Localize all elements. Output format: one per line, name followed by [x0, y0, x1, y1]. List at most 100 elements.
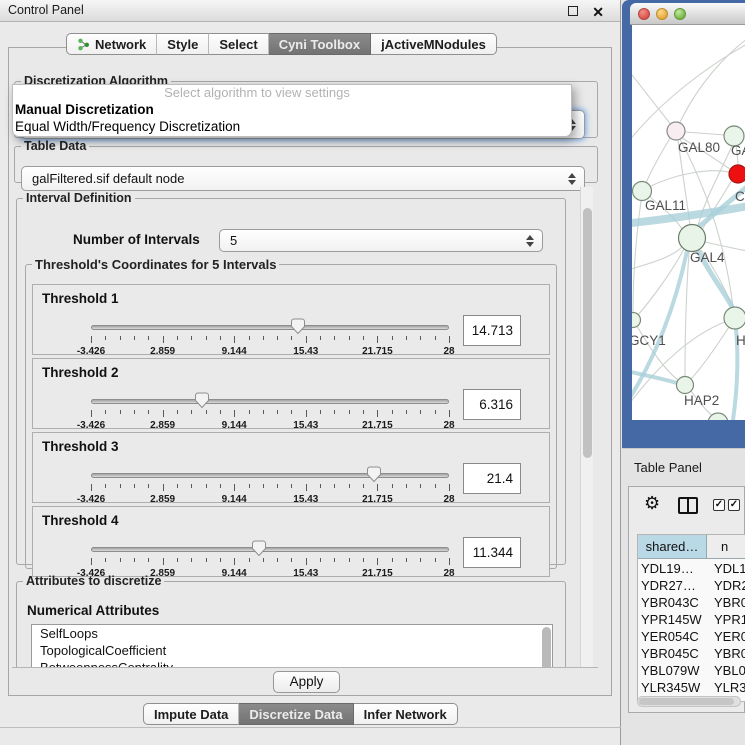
float-panel-icon[interactable]	[568, 6, 578, 16]
popup-item-manual-discretization[interactable]: Manual Discretization	[13, 101, 571, 118]
network-window-titlebar[interactable]	[630, 3, 745, 25]
slider-tick	[349, 558, 350, 562]
interval-definition-title: Interval Definition	[23, 191, 135, 205]
slider-tick	[377, 558, 378, 565]
attributes-group: Attributes to discretize Numerical Attri…	[16, 574, 566, 668]
network-canvas[interactable]: GAL80GAL1CYGAL11GAL4GCY1HHAP2	[632, 25, 745, 420]
threshold-1-slider[interactable]: -3.4262.8599.14415.4321.71528	[91, 323, 449, 355]
attributes-group-title: Attributes to discretize	[23, 574, 164, 588]
threshold-1-value-field[interactable]: 14.713	[463, 315, 521, 346]
gear-icon[interactable]: ⚙	[644, 494, 660, 512]
zoom-window-icon[interactable]	[674, 8, 686, 20]
table-horizontal-scrollbar[interactable]	[637, 696, 741, 707]
slider-tick	[377, 336, 378, 343]
table-row[interactable]: YLR345WYLR3	[638, 679, 745, 696]
slider-track[interactable]	[91, 325, 449, 330]
slider-tick	[91, 558, 92, 565]
threshold-panel: Threshold 4 -3.4262.8599.14415.4321.7152…	[32, 506, 550, 577]
network-node[interactable]	[729, 165, 745, 183]
slider-thumb[interactable]	[252, 540, 267, 557]
slider-tick	[191, 336, 192, 340]
attribute-list-item[interactable]: BetweennessCentrality	[32, 659, 552, 668]
slider-scale-label: 28	[443, 420, 454, 431]
slider-thumb[interactable]	[194, 392, 209, 409]
slider-tick	[435, 484, 436, 488]
tab-network[interactable]: Network	[66, 33, 157, 55]
slider-tick	[406, 410, 407, 414]
slider-scale-label: 21.715	[362, 420, 393, 431]
table-row[interactable]: YDR27…YDR2	[638, 577, 745, 594]
column-header-shared-name[interactable]: shared…	[638, 535, 707, 559]
tab-select[interactable]: Select	[209, 33, 268, 55]
column-header-name[interactable]: n	[707, 535, 745, 559]
apply-button[interactable]: Apply	[273, 671, 340, 693]
numerical-attributes-label: Numerical Attributes	[27, 603, 159, 618]
scrollbar-thumb[interactable]	[639, 698, 734, 705]
network-node[interactable]	[667, 122, 685, 140]
threshold-4-value-field[interactable]: 11.344	[463, 537, 521, 568]
number-of-intervals-combobox[interactable]: 5	[219, 229, 543, 252]
slider-track[interactable]	[91, 473, 449, 478]
tab-discretize-data[interactable]: Discretize Data	[239, 703, 353, 725]
slider-tick	[206, 410, 207, 414]
table-row[interactable]: YDL19…YDL1	[638, 560, 745, 577]
tab-jactivemnodules[interactable]: jActiveMNodules	[371, 33, 497, 55]
attribute-list-item[interactable]: TopologicalCoefficient	[32, 642, 552, 659]
slider-track[interactable]	[91, 399, 449, 404]
combo-stepper-icon[interactable]	[567, 172, 577, 186]
checkbox-icon[interactable]: ✓	[728, 499, 740, 511]
slider-scale-label: 2.859	[150, 346, 175, 357]
thresholds-group-title: Threshold's Coordinates for 5 Intervals	[32, 257, 279, 272]
threshold-3-slider[interactable]: -3.4262.8599.14415.4321.71528	[91, 471, 449, 503]
close-window-icon[interactable]	[638, 8, 650, 20]
slider-thumb[interactable]	[366, 466, 381, 483]
table-header-row: shared… n	[638, 535, 745, 559]
table-row[interactable]: YPR145WYPR1	[638, 611, 745, 628]
slider-thumb[interactable]	[290, 318, 305, 335]
network-node-label: GAL4	[690, 250, 725, 265]
scrollbar-thumb[interactable]	[583, 208, 592, 458]
network-node[interactable]	[632, 313, 641, 328]
control-panel-title: Control Panel	[8, 3, 84, 17]
network-node[interactable]	[677, 377, 694, 394]
popup-item-equal-width[interactable]: Equal Width/Frequency Discretization	[13, 118, 571, 135]
threshold-3-value-field[interactable]: 21.4	[463, 463, 521, 494]
network-edge	[685, 132, 725, 135]
slider-track[interactable]	[91, 547, 449, 552]
cell-shared-name: YBR043C	[638, 594, 707, 611]
threshold-panel: Threshold 3 -3.4262.8599.14415.4321.7152…	[32, 432, 550, 503]
table-row[interactable]: YER054CYER0	[638, 628, 745, 645]
threshold-2-slider[interactable]: -3.4262.8599.14415.4321.71528	[91, 397, 449, 429]
settings-scrollbar[interactable]	[580, 187, 593, 667]
network-node[interactable]	[679, 225, 706, 252]
list-scrollbar[interactable]	[542, 627, 551, 668]
table-row[interactable]: YBR043CYBR0	[638, 594, 745, 611]
slider-tick	[363, 484, 364, 488]
network-node[interactable]	[724, 307, 745, 329]
slider-scale-label: 15.43	[293, 346, 318, 357]
close-panel-icon[interactable]: ✕	[592, 2, 604, 23]
slider-tick	[148, 484, 149, 488]
slider-tick	[177, 558, 178, 562]
combo-stepper-icon[interactable]	[525, 234, 535, 248]
table-row[interactable]: YBL079WYBL0	[638, 662, 745, 679]
slider-tick	[134, 484, 135, 488]
slider-tick	[320, 336, 321, 340]
tab-style[interactable]: Style	[157, 33, 209, 55]
columns-icon[interactable]	[678, 497, 698, 514]
tab-cyni-toolbox[interactable]: Cyni Toolbox	[269, 33, 371, 55]
slider-scale-label: 28	[443, 494, 454, 505]
slider-tick	[163, 558, 164, 565]
slider-tick	[449, 410, 450, 417]
table-row[interactable]: YBR045CYBR0	[638, 645, 745, 662]
numerical-attributes-list[interactable]: SelfLoopsTopologicalCoefficientBetweenne…	[31, 624, 553, 668]
tab-infer-network[interactable]: Infer Network	[354, 703, 458, 725]
network-icon	[77, 38, 90, 51]
tab-impute-data[interactable]: Impute Data	[143, 703, 239, 725]
checkbox-icon[interactable]: ✓	[713, 499, 725, 511]
attribute-list-item[interactable]: SelfLoops	[32, 625, 552, 642]
threshold-2-value-field[interactable]: 6.316	[463, 389, 521, 420]
threshold-4-slider[interactable]: -3.4262.8599.14415.4321.71528	[91, 545, 449, 577]
slider-tick	[249, 336, 250, 340]
minimize-window-icon[interactable]	[656, 8, 668, 20]
